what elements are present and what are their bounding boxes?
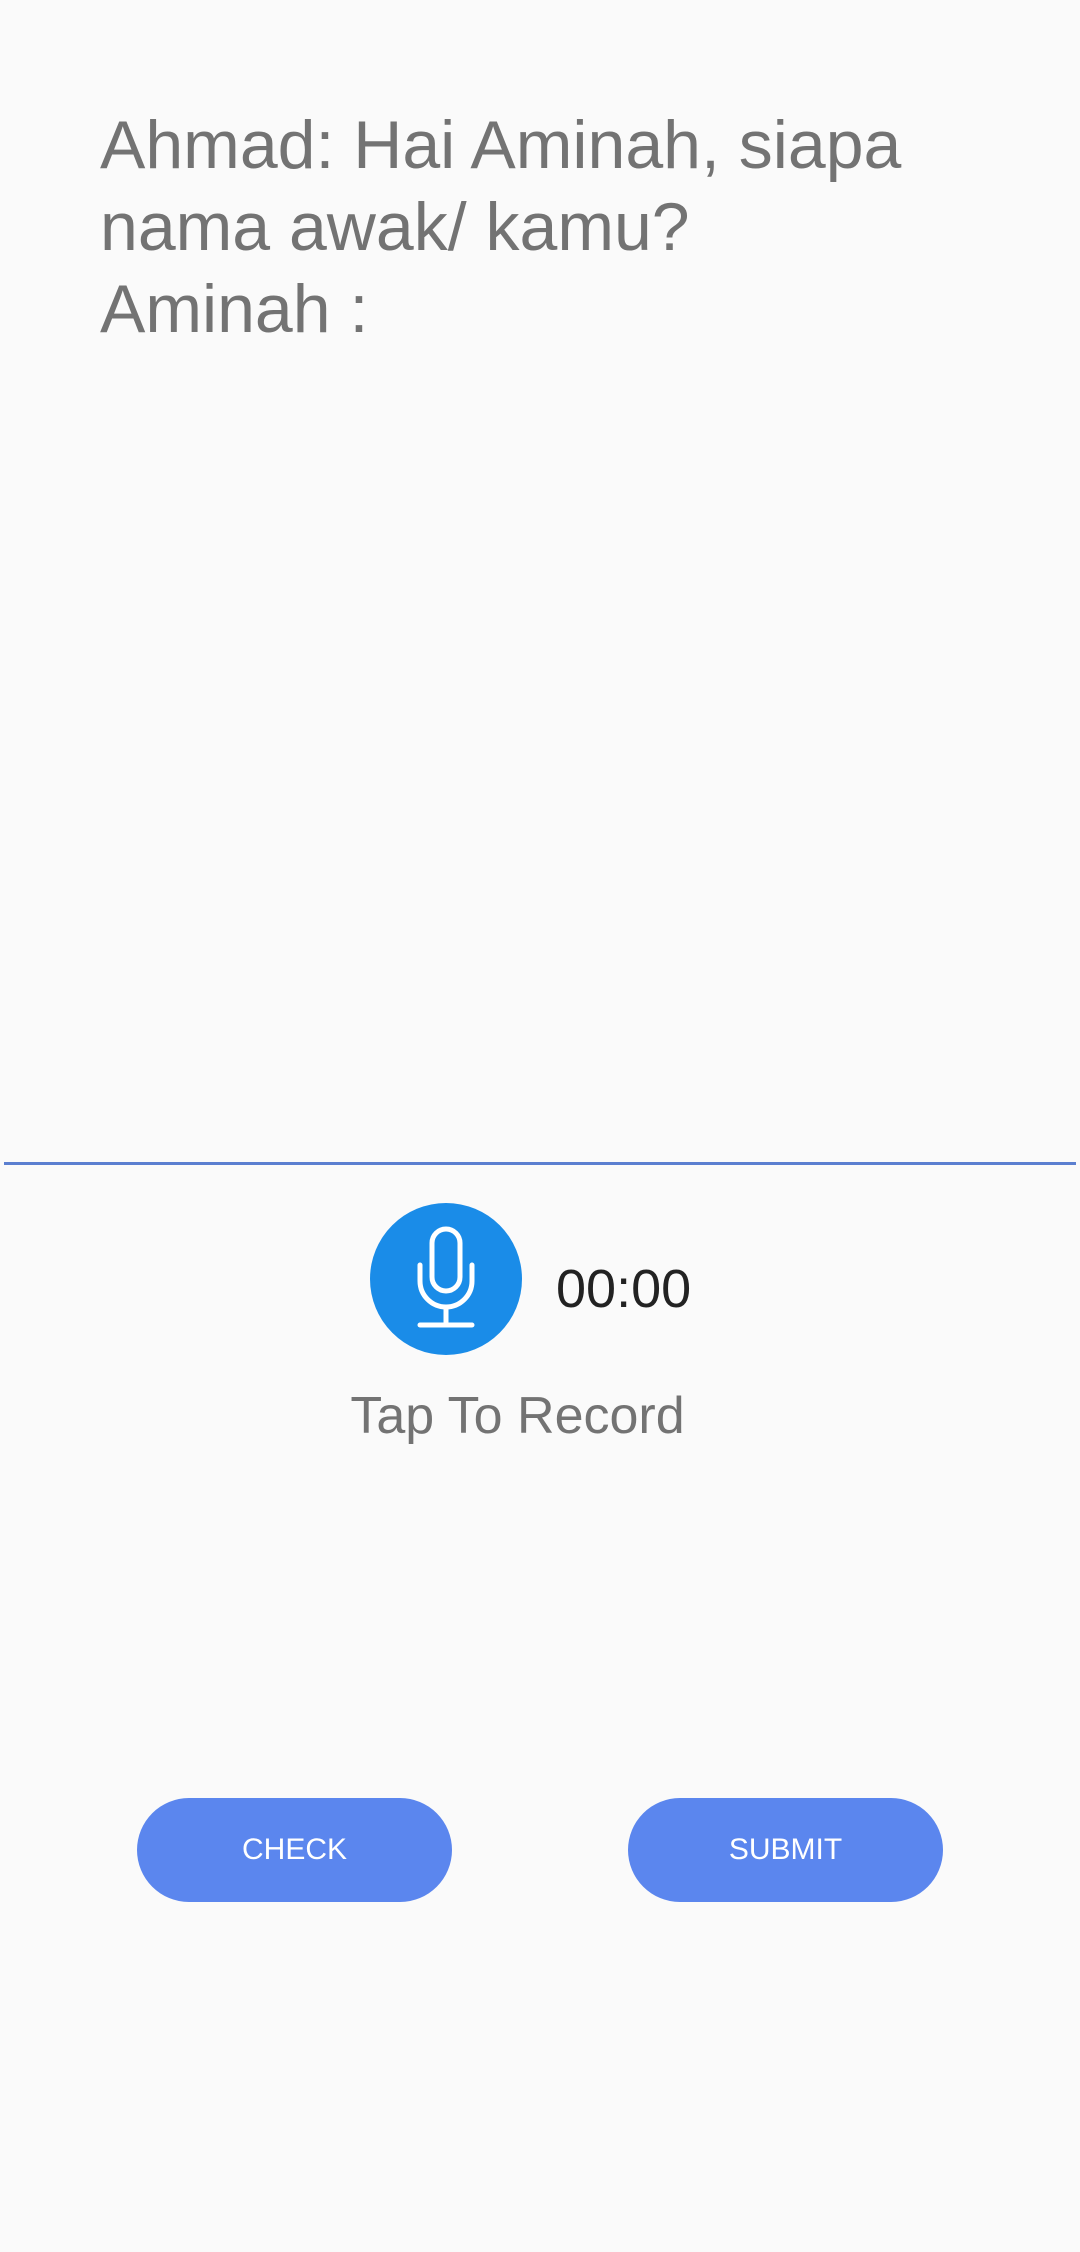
record-button[interactable]	[370, 1203, 522, 1355]
microphone-icon	[417, 1226, 475, 1328]
check-button[interactable]: CHECK	[137, 1798, 452, 1902]
question-text: Ahmad: Hai Aminah, siapa nama awak/ kamu…	[100, 107, 902, 347]
divider	[4, 1162, 1076, 1165]
submit-button[interactable]: SUBMIT	[628, 1798, 943, 1902]
record-timer: 00:00	[556, 1259, 692, 1319]
tap-to-record-label: Tap To Record	[350, 1387, 685, 1445]
